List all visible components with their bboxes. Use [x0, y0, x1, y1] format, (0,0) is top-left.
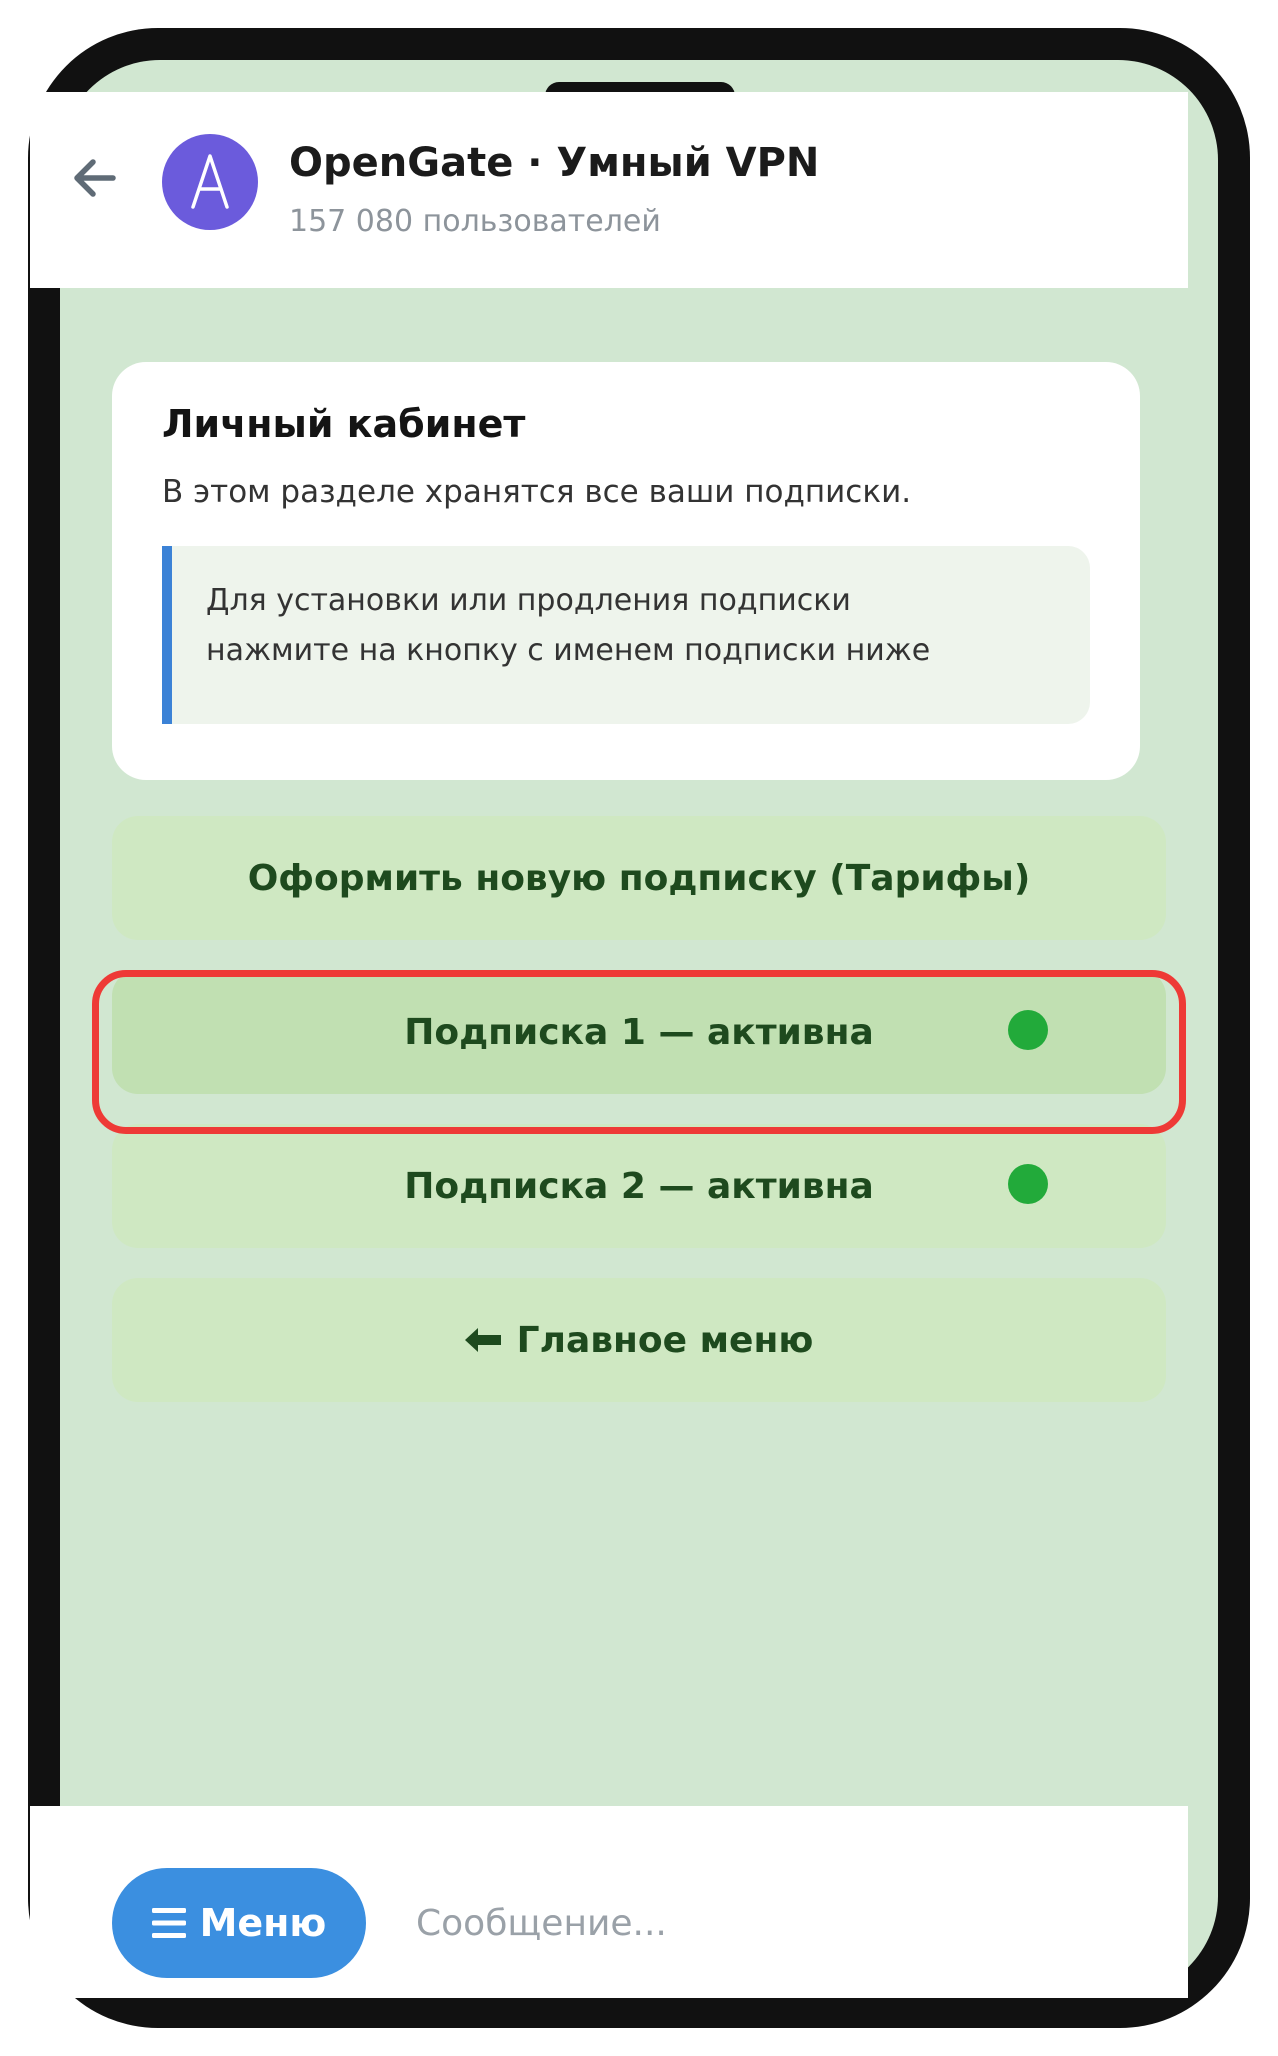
message-bar: Меню [30, 1806, 1188, 1998]
message-input[interactable] [416, 1868, 1116, 1978]
note-text: Для установки или продления подписки наж… [206, 576, 1066, 676]
chat-title[interactable]: OpenGate · Умный VPN [289, 140, 819, 186]
info-note: Для установки или продления подписки наж… [162, 546, 1090, 724]
menu-button-label: Меню [199, 1901, 327, 1945]
main-menu-button[interactable]: Главное меню [112, 1278, 1166, 1402]
new-subscription-button[interactable]: Оформить новую подписку (Тарифы) [112, 816, 1166, 940]
status-active-icon [1008, 1010, 1048, 1050]
arrow-left-bold-icon [464, 1328, 501, 1352]
new-subscription-label: Оформить новую подписку (Тарифы) [247, 857, 1031, 899]
hamburger-icon [151, 1908, 186, 1938]
subscription-1-label: Подписка 1 — активна [404, 1011, 874, 1053]
account-card: Личный кабинет В этом разделе хранятся в… [112, 362, 1140, 780]
channel-avatar[interactable] [162, 134, 258, 230]
main-menu-label: Главное меню [516, 1319, 814, 1361]
back-arrow-icon[interactable] [66, 150, 122, 206]
subscription-2-button[interactable]: Подписка 2 — активна [112, 1124, 1166, 1248]
subscription-1-button[interactable]: Подписка 1 — активна [112, 970, 1166, 1094]
chat-subtitle: 157 080 пользователей [289, 204, 661, 239]
status-active-icon [1008, 1164, 1048, 1204]
note-line-1: Для установки или продления подписки [206, 583, 851, 618]
avatar-letter-icon [191, 154, 229, 209]
card-description: В этом разделе хранятся все ваши подписк… [162, 474, 912, 510]
note-line-2: нажмите на кнопку с именем подписки ниже [206, 633, 931, 668]
subscription-2-label: Подписка 2 — активна [404, 1165, 874, 1207]
menu-button[interactable]: Меню [112, 1868, 366, 1978]
chat-header: OpenGate · Умный VPN 157 080 пользовател… [30, 92, 1188, 288]
card-title: Личный кабинет [162, 402, 526, 446]
